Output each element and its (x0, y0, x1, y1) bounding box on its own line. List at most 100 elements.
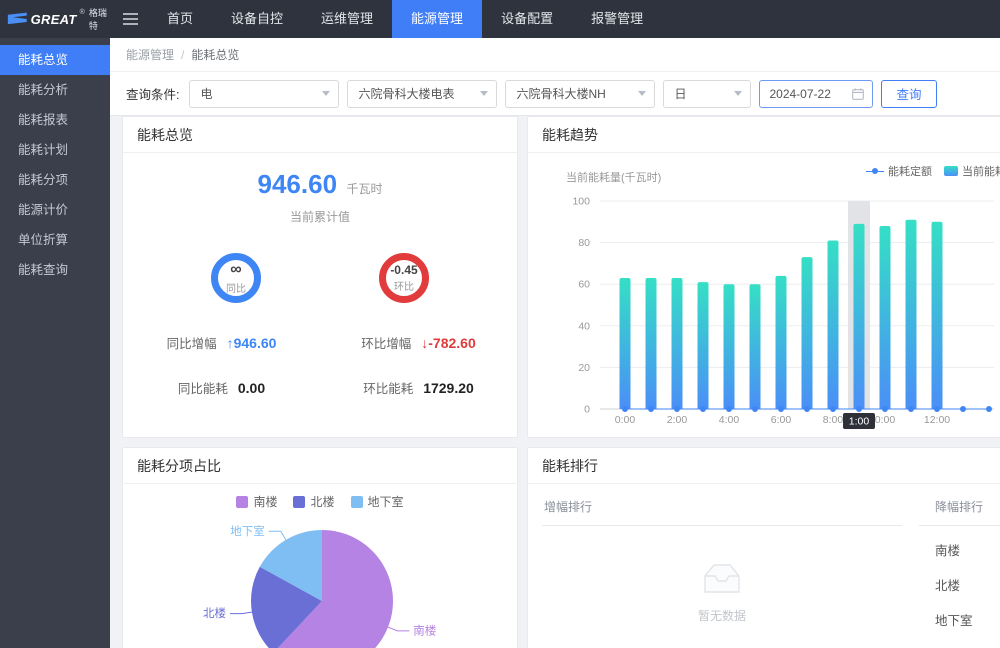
mom-gauge: -0.45 环比 (379, 253, 429, 303)
mom-energy-stat: 环比能耗 1729.20 (320, 378, 517, 397)
top-nav: 首页 设备自控 运维管理 能源管理 设备配置 报警管理 (148, 0, 662, 38)
svg-text:60: 60 (578, 279, 590, 291)
gradient-bar-icon (944, 166, 958, 176)
panel-title: 能耗趋势 (528, 117, 1000, 153)
chevron-down-icon (638, 91, 646, 96)
up-arrow-icon: ↑ (227, 335, 234, 351)
dashboard-panels: 能耗总览 946.60 千瓦时 当前累计值 ∞ 同比 -0.45 环比 (122, 116, 1000, 648)
svg-text:4:00: 4:00 (719, 414, 740, 426)
nav-item-home[interactable]: 首页 (148, 0, 212, 38)
rank-row: 北楼 (919, 567, 1000, 602)
main-content: 能源管理 / 能耗总览 查询条件: 电 六院骨科大楼电表 六院骨科大楼NH 日 (110, 38, 1000, 648)
panel-title: 能耗排行 (528, 448, 1000, 484)
svg-text:8:00: 8:00 (823, 414, 844, 426)
svg-text:当前能耗量(千瓦时): 当前能耗量(千瓦时) (566, 170, 661, 184)
yoy-gauge-value: ∞ (230, 262, 241, 278)
breadcrumb-parent[interactable]: 能源管理 (126, 46, 174, 63)
svg-text:6:00: 6:00 (771, 414, 792, 426)
nav-item-ops-management[interactable]: 运维管理 (302, 0, 392, 38)
meter-value: 六院骨科大楼电表 (358, 85, 454, 102)
energy-type-value: 电 (200, 85, 212, 102)
period-value: 日 (674, 85, 686, 102)
search-button[interactable]: 查询 (881, 80, 936, 108)
sidebar-item-energy-query[interactable]: 能耗查询 (0, 255, 110, 285)
nav-item-alarm-management[interactable]: 报警管理 (572, 0, 662, 38)
nav-item-energy-management[interactable]: 能源管理 (392, 0, 482, 38)
svg-text:1:00: 1:00 (849, 416, 870, 428)
decrease-ranking-list: 南楼 北楼 地下室 (919, 532, 1000, 637)
trend-legend: 能耗定额 当前能耗 (866, 163, 1000, 179)
brand-reg: ® (80, 9, 85, 16)
rank-row: 地下室 (919, 602, 1000, 637)
line-dot-icon (866, 167, 884, 176)
meter-select[interactable]: 六院骨科大楼电表 (347, 80, 497, 108)
energy-type-select[interactable]: 电 (189, 80, 339, 108)
chevron-down-icon (734, 91, 742, 96)
top-navbar: GREAT ® 格瑞特 首页 设备自控 运维管理 能源管理 设备配置 报警管理 (0, 0, 1000, 38)
panel-energy-subitem-share: 能耗分项占比 南楼 北楼 地下室 南楼北楼地下室 (122, 447, 518, 648)
total-caption: 当前累计值 (123, 208, 517, 225)
query-label: 查询条件: (126, 84, 179, 103)
nav-item-device-autocontrol[interactable]: 设备自控 (212, 0, 302, 38)
chevron-down-icon (480, 91, 488, 96)
overview-stats: 同比增幅 ↑946.60 环比增幅 ↓-782.60 同比能耗 0.00 环比能… (123, 333, 517, 397)
brand-name: GREAT (31, 12, 77, 27)
date-picker[interactable]: 2024-07-22 (759, 80, 873, 108)
decrease-ranking-title: 降幅排行 (919, 496, 1000, 526)
sidebar-item-energy-plan[interactable]: 能耗计划 (0, 135, 110, 165)
legend-item-quota[interactable]: 能耗定额 (866, 163, 932, 179)
panel-energy-trend: 能耗趋势 能耗定额 当前能耗 0 20 40 60 80 100 当前能耗量(千瓦时) 0:0… (527, 116, 1000, 438)
svg-text:0:00: 0:00 (615, 414, 636, 426)
panel-title: 能耗总览 (123, 117, 517, 153)
ranking-columns: 增幅排行 暂无数据 降幅排行 南楼 北楼 (528, 484, 1000, 637)
svg-text:40: 40 (578, 320, 590, 332)
date-value: 2024-07-22 (769, 87, 830, 101)
sidebar-item-energy-subitem[interactable]: 能耗分项 (0, 165, 110, 195)
node-value: 六院骨科大楼NH (516, 85, 605, 102)
current-total-value: 946.60 千瓦时 (123, 169, 517, 200)
period-select[interactable]: 日 (663, 80, 751, 108)
panel-title: 能耗分项占比 (123, 448, 517, 484)
node-select[interactable]: 六院骨科大楼NH (505, 80, 655, 108)
breadcrumb-current: 能耗总览 (191, 46, 239, 63)
svg-text:2:00: 2:00 (667, 414, 688, 426)
svg-text:0: 0 (584, 404, 590, 416)
app-root: GREAT ® 格瑞特 首页 设备自控 运维管理 能源管理 设备配置 报警管理 … (0, 0, 1000, 648)
yoy-gauge: ∞ 同比 (211, 253, 261, 303)
yoy-energy-stat: 同比能耗 0.00 (123, 378, 320, 397)
mom-gauge-label: 环比 (394, 278, 414, 293)
chevron-down-icon (322, 91, 330, 96)
sidebar-item-energy-pricing[interactable]: 能源计价 (0, 195, 110, 225)
decrease-ranking-column: 降幅排行 南楼 北楼 地下室 (919, 496, 1000, 637)
sidebar-item-unit-conversion[interactable]: 单位折算 (0, 225, 110, 255)
sidebar-item-energy-overview[interactable]: 能耗总览 (0, 45, 110, 75)
sidebar-collapse-icon[interactable] (112, 0, 148, 38)
rank-row: 南楼 (919, 532, 1000, 567)
empty-state: 暂无数据 (542, 560, 902, 624)
mom-gauge-value: -0.45 (390, 264, 417, 276)
yoy-increase-stat: 同比增幅 ↑946.60 (123, 333, 320, 352)
calendar-icon (852, 88, 864, 100)
sidebar: 能耗总览 能耗分析 能耗报表 能耗计划 能耗分项 能源计价 单位折算 能耗查询 (0, 38, 110, 648)
increase-ranking-title: 增幅排行 (542, 496, 902, 526)
empty-text: 暂无数据 (698, 607, 746, 624)
svg-text:100: 100 (572, 196, 590, 208)
svg-text:12:00: 12:00 (924, 414, 950, 426)
pie-chart: 南楼北楼地下室 (123, 506, 517, 648)
brand-cn: 格瑞特 (89, 6, 112, 32)
empty-box-icon (699, 560, 745, 598)
sidebar-item-energy-report[interactable]: 能耗报表 (0, 105, 110, 135)
brand-flag-icon (7, 11, 28, 27)
breadcrumb-separator: / (181, 48, 184, 62)
total-kwh-unit: 千瓦时 (346, 182, 382, 196)
nav-item-device-config[interactable]: 设备配置 (482, 0, 572, 38)
brand-logo: GREAT ® 格瑞特 (0, 0, 112, 38)
query-bar: 查询条件: 电 六院骨科大楼电表 六院骨科大楼NH 日 2024-07-22 (110, 72, 1000, 116)
total-kwh-number: 946.60 (258, 169, 338, 199)
svg-text:80: 80 (578, 237, 590, 249)
legend-item-current[interactable]: 当前能耗 (944, 163, 1000, 179)
yoy-gauge-label: 同比 (226, 280, 246, 295)
sidebar-item-energy-analysis[interactable]: 能耗分析 (0, 75, 110, 105)
svg-text:北楼: 北楼 (203, 606, 226, 620)
svg-text:20: 20 (578, 362, 590, 374)
